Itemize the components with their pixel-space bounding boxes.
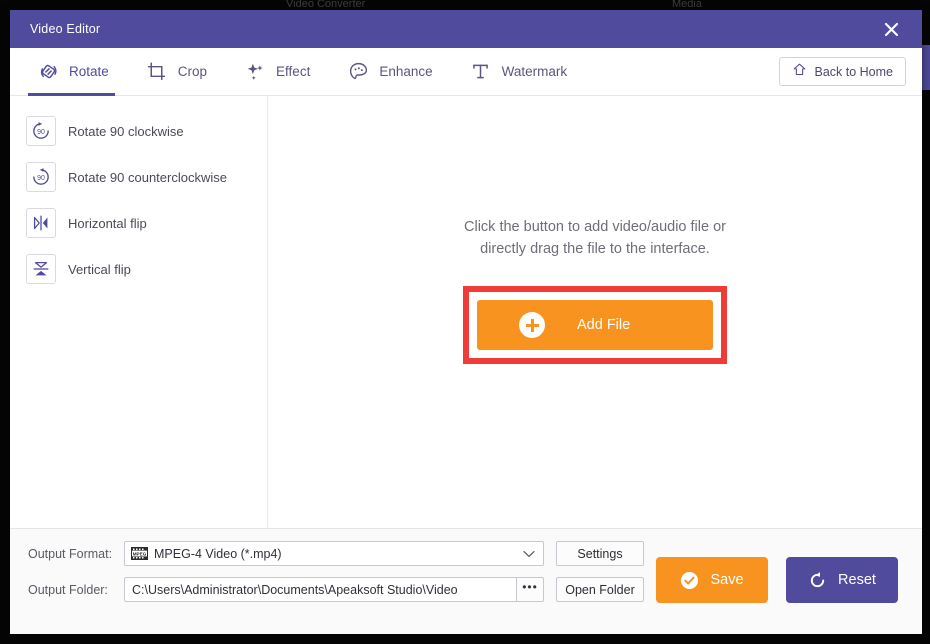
browse-folder-button[interactable]: ••• [516,577,544,602]
window-body: 90 Rotate 90 clockwise 90 Rotate 90 coun… [10,96,922,528]
video-editor-window: Video Editor Rotate Crop Effect Enhance … [10,10,922,634]
tab-crop[interactable]: Crop [137,48,221,96]
close-icon[interactable] [870,10,912,48]
chevron-down-icon [523,545,535,563]
sidebar-item-label: Vertical flip [68,261,131,277]
output-folder-label: Output Folder: [28,582,108,597]
save-label: Save [710,572,744,588]
tab-crop-label: Crop [177,64,208,79]
tab-watermark-label: Watermark [501,64,568,79]
sidebar-item-rotate-90-counterclockwise[interactable]: 90 Rotate 90 counterclockwise [26,160,267,194]
title-bar: Video Editor [10,10,922,48]
flip-horizontal-icon [26,208,56,238]
drop-hint-line-1: Click the button to add video/audio file… [464,219,726,235]
tab-effect[interactable]: Effect [235,48,324,96]
refresh-icon [808,571,827,590]
tab-enhance[interactable]: Enhance [338,48,446,96]
home-icon [792,62,807,82]
drop-hint-text: Click the button to add video/audio file… [464,216,726,260]
action-buttons: Save Reset [656,541,922,603]
drop-hint-line-2: directly drag the file to the interface. [480,241,710,257]
output-format-select[interactable]: MPEG MPEG-4 Video (*.mp4) [124,541,544,566]
add-file-button[interactable]: Add File [477,300,713,350]
sidebar-item-vertical-flip[interactable]: Vertical flip [26,252,267,286]
sparkle-icon [243,60,267,84]
output-settings-bar: Output Format: MPEG MPEG-4 Video (*.mp4)… [10,528,922,634]
open-folder-button[interactable]: Open Folder [556,577,644,602]
media-drop-area[interactable]: Click the button to add video/audio file… [268,96,922,528]
tab-effect-label: Effect [276,64,311,79]
reset-label: Reset [838,572,876,588]
check-circle-icon [680,571,699,590]
editor-tab-bar: Rotate Crop Effect Enhance Watermark Bac… [10,48,922,96]
output-fields: Output Format: MPEG MPEG-4 Video (*.mp4)… [10,541,656,613]
rotate-options-sidebar: 90 Rotate 90 clockwise 90 Rotate 90 coun… [10,96,268,528]
reset-button[interactable]: Reset [786,557,898,603]
sidebar-item-label: Horizontal flip [68,215,147,231]
tab-watermark[interactable]: Watermark [461,48,582,96]
output-folder-row: Output Folder: C:\Users\Administrator\Do… [28,577,656,602]
text-t-icon [469,60,493,84]
flip-vertical-icon [26,254,56,284]
back-to-home-button[interactable]: Back to Home [779,57,906,86]
rotate-ccw-90-icon: 90 [26,162,56,192]
output-format-row: Output Format: MPEG MPEG-4 Video (*.mp4)… [28,541,656,566]
rotate-icon [36,60,60,84]
rotate-cw-90-icon: 90 [26,116,56,146]
output-folder-control: C:\Users\Administrator\Documents\Apeakso… [124,577,644,602]
background-window-strip [922,45,930,90]
svg-text:90: 90 [37,175,45,182]
add-file-label: Add File [577,317,631,333]
backdrop-window-title-right: Media [672,0,702,10]
svg-text:MPEG: MPEG [133,551,147,556]
sidebar-item-rotate-90-clockwise[interactable]: 90 Rotate 90 clockwise [26,114,267,148]
backdrop-window-title-left: Video Converter [286,0,366,10]
add-file-highlight-box: Add File [463,286,727,364]
back-to-home-label: Back to Home [814,64,893,79]
film-strip-icon: MPEG [131,547,148,560]
window-title: Video Editor [30,22,101,36]
sidebar-item-label: Rotate 90 clockwise [68,123,184,139]
output-folder-input[interactable]: C:\Users\Administrator\Documents\Apeakso… [124,577,516,602]
tab-enhance-label: Enhance [379,64,433,79]
sidebar-item-label: Rotate 90 counterclockwise [68,169,227,185]
output-format-control: MPEG MPEG-4 Video (*.mp4) Settings [124,541,644,566]
crop-icon [145,60,169,84]
palette-icon [346,60,370,84]
tab-rotate-label: Rotate [69,64,109,79]
save-button[interactable]: Save [656,557,768,603]
output-format-label: Output Format: [28,546,113,561]
tab-rotate[interactable]: Rotate [28,48,123,96]
output-format-value: MPEG-4 Video (*.mp4) [154,546,282,561]
settings-button[interactable]: Settings [556,541,644,566]
sidebar-item-horizontal-flip[interactable]: Horizontal flip [26,206,267,240]
plus-circle-icon [519,312,545,338]
svg-text:90: 90 [37,129,45,136]
